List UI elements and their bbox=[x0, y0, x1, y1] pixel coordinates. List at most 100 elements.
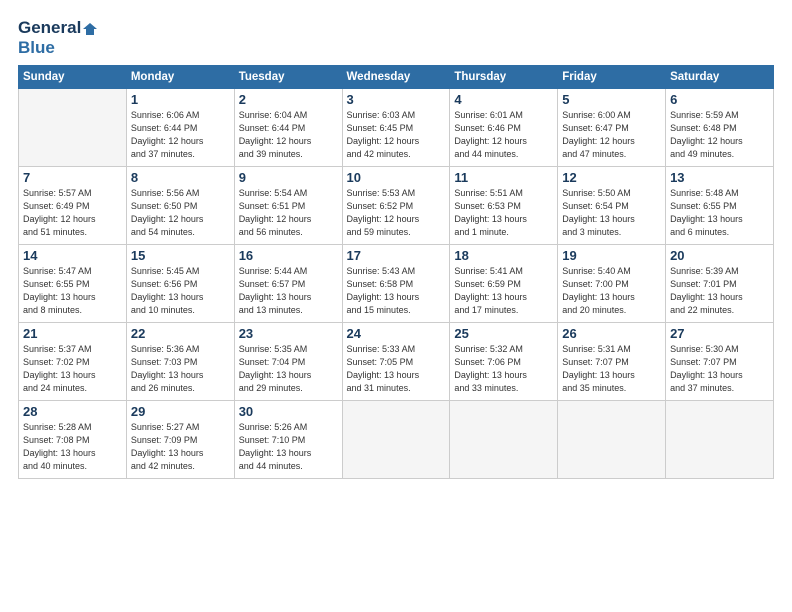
day-info: Sunrise: 5:57 AM Sunset: 6:49 PM Dayligh… bbox=[23, 187, 122, 239]
day-info: Sunrise: 5:26 AM Sunset: 7:10 PM Dayligh… bbox=[239, 421, 338, 473]
header-cell-wednesday: Wednesday bbox=[342, 66, 450, 89]
week-row-3: 14 Sunrise: 5:47 AM Sunset: 6:55 PM Dayli… bbox=[19, 245, 774, 323]
logo-mark: General Blue bbox=[18, 18, 97, 57]
day-cell: 27 Sunrise: 5:30 AM Sunset: 7:07 PM Dayli… bbox=[666, 323, 774, 401]
day-info: Sunrise: 5:45 AM Sunset: 6:56 PM Dayligh… bbox=[131, 265, 230, 317]
day-cell: 10Sunrise: 5:53 AM Sunset: 6:52 PM Dayli… bbox=[342, 167, 450, 245]
day-info: Sunrise: 5:54 AM Sunset: 6:51 PM Dayligh… bbox=[239, 187, 338, 239]
week-row-1: 1 Sunrise: 6:06 AM Sunset: 6:44 PM Daylig… bbox=[19, 89, 774, 167]
day-number: 2 bbox=[239, 92, 338, 107]
day-number: 12 bbox=[562, 170, 661, 185]
day-cell: 22Sunrise: 5:36 AM Sunset: 7:03 PM Dayli… bbox=[126, 323, 234, 401]
day-cell: 13 Sunrise: 5:48 AM Sunset: 6:55 PM Dayli… bbox=[666, 167, 774, 245]
day-cell: 28Sunrise: 5:28 AM Sunset: 7:08 PM Dayli… bbox=[19, 401, 127, 479]
logo-text-blue: Blue bbox=[18, 38, 55, 58]
day-cell: 25Sunrise: 5:32 AM Sunset: 7:06 PM Dayli… bbox=[450, 323, 558, 401]
day-info: Sunrise: 5:44 AM Sunset: 6:57 PM Dayligh… bbox=[239, 265, 338, 317]
day-number: 8 bbox=[131, 170, 230, 185]
day-cell: 16 Sunrise: 5:44 AM Sunset: 6:57 PM Dayli… bbox=[234, 245, 342, 323]
day-cell bbox=[342, 401, 450, 479]
day-number: 14 bbox=[23, 248, 122, 263]
day-info: Sunrise: 5:32 AM Sunset: 7:06 PM Dayligh… bbox=[454, 343, 553, 395]
day-cell bbox=[666, 401, 774, 479]
day-number: 30 bbox=[239, 404, 338, 419]
day-cell bbox=[558, 401, 666, 479]
day-info: Sunrise: 5:43 AM Sunset: 6:58 PM Dayligh… bbox=[347, 265, 446, 317]
day-cell: 3Sunrise: 6:03 AM Sunset: 6:45 PM Daylig… bbox=[342, 89, 450, 167]
header-cell-friday: Friday bbox=[558, 66, 666, 89]
header-cell-saturday: Saturday bbox=[666, 66, 774, 89]
day-cell: 5Sunrise: 6:00 AM Sunset: 6:47 PM Daylig… bbox=[558, 89, 666, 167]
day-cell: 1 Sunrise: 6:06 AM Sunset: 6:44 PM Daylig… bbox=[126, 89, 234, 167]
day-cell: 17 Sunrise: 5:43 AM Sunset: 6:58 PM Dayli… bbox=[342, 245, 450, 323]
day-number: 21 bbox=[23, 326, 122, 341]
day-cell: 8 Sunrise: 5:56 AM Sunset: 6:50 PM Daylig… bbox=[126, 167, 234, 245]
day-number: 18 bbox=[454, 248, 553, 263]
day-cell: 26 Sunrise: 5:31 AM Sunset: 7:07 PM Dayli… bbox=[558, 323, 666, 401]
day-info: Sunrise: 5:27 AM Sunset: 7:09 PM Dayligh… bbox=[131, 421, 230, 473]
day-info: Sunrise: 6:06 AM Sunset: 6:44 PM Dayligh… bbox=[131, 109, 230, 161]
day-info: Sunrise: 5:28 AM Sunset: 7:08 PM Dayligh… bbox=[23, 421, 122, 473]
day-cell: 2Sunrise: 6:04 AM Sunset: 6:44 PM Daylig… bbox=[234, 89, 342, 167]
day-cell bbox=[19, 89, 127, 167]
day-info: Sunrise: 5:39 AM Sunset: 7:01 PM Dayligh… bbox=[670, 265, 769, 317]
day-number: 24 bbox=[347, 326, 446, 341]
day-number: 23 bbox=[239, 326, 338, 341]
day-info: Sunrise: 5:37 AM Sunset: 7:02 PM Dayligh… bbox=[23, 343, 122, 395]
day-number: 15 bbox=[131, 248, 230, 263]
day-number: 1 bbox=[131, 92, 230, 107]
day-cell: 29Sunrise: 5:27 AM Sunset: 7:09 PM Dayli… bbox=[126, 401, 234, 479]
header-row: SundayMondayTuesdayWednesdayThursdayFrid… bbox=[19, 66, 774, 89]
day-info: Sunrise: 5:35 AM Sunset: 7:04 PM Dayligh… bbox=[239, 343, 338, 395]
day-number: 11 bbox=[454, 170, 553, 185]
day-info: Sunrise: 5:50 AM Sunset: 6:54 PM Dayligh… bbox=[562, 187, 661, 239]
day-info: Sunrise: 5:30 AM Sunset: 7:07 PM Dayligh… bbox=[670, 343, 769, 395]
day-info: Sunrise: 5:41 AM Sunset: 6:59 PM Dayligh… bbox=[454, 265, 553, 317]
day-number: 27 bbox=[670, 326, 769, 341]
logo-text-general: General bbox=[18, 18, 97, 38]
day-cell: 14 Sunrise: 5:47 AM Sunset: 6:55 PM Dayli… bbox=[19, 245, 127, 323]
header-cell-monday: Monday bbox=[126, 66, 234, 89]
day-cell: 15 Sunrise: 5:45 AM Sunset: 6:56 PM Dayli… bbox=[126, 245, 234, 323]
logo-arrow bbox=[83, 23, 97, 35]
day-info: Sunrise: 5:36 AM Sunset: 7:03 PM Dayligh… bbox=[131, 343, 230, 395]
day-cell: 24 Sunrise: 5:33 AM Sunset: 7:05 PM Dayli… bbox=[342, 323, 450, 401]
day-cell: 19 Sunrise: 5:40 AM Sunset: 7:00 PM Dayli… bbox=[558, 245, 666, 323]
day-number: 7 bbox=[23, 170, 122, 185]
day-cell: 12 Sunrise: 5:50 AM Sunset: 6:54 PM Dayli… bbox=[558, 167, 666, 245]
day-info: Sunrise: 5:48 AM Sunset: 6:55 PM Dayligh… bbox=[670, 187, 769, 239]
day-number: 3 bbox=[347, 92, 446, 107]
day-info: Sunrise: 6:00 AM Sunset: 6:47 PM Dayligh… bbox=[562, 109, 661, 161]
day-number: 26 bbox=[562, 326, 661, 341]
day-number: 10 bbox=[347, 170, 446, 185]
day-info: Sunrise: 6:01 AM Sunset: 6:46 PM Dayligh… bbox=[454, 109, 553, 161]
day-cell: 7 Sunrise: 5:57 AM Sunset: 6:49 PM Daylig… bbox=[19, 167, 127, 245]
day-cell: 4 Sunrise: 6:01 AM Sunset: 6:46 PM Daylig… bbox=[450, 89, 558, 167]
header-cell-thursday: Thursday bbox=[450, 66, 558, 89]
day-number: 16 bbox=[239, 248, 338, 263]
week-row-2: 7 Sunrise: 5:57 AM Sunset: 6:49 PM Daylig… bbox=[19, 167, 774, 245]
day-number: 17 bbox=[347, 248, 446, 263]
day-cell: 23 Sunrise: 5:35 AM Sunset: 7:04 PM Dayli… bbox=[234, 323, 342, 401]
day-number: 13 bbox=[670, 170, 769, 185]
day-cell: 11 Sunrise: 5:51 AM Sunset: 6:53 PM Dayli… bbox=[450, 167, 558, 245]
day-info: Sunrise: 5:33 AM Sunset: 7:05 PM Dayligh… bbox=[347, 343, 446, 395]
day-info: Sunrise: 5:40 AM Sunset: 7:00 PM Dayligh… bbox=[562, 265, 661, 317]
day-cell: 6 Sunrise: 5:59 AM Sunset: 6:48 PM Daylig… bbox=[666, 89, 774, 167]
week-row-5: 28Sunrise: 5:28 AM Sunset: 7:08 PM Dayli… bbox=[19, 401, 774, 479]
day-cell: 9 Sunrise: 5:54 AM Sunset: 6:51 PM Daylig… bbox=[234, 167, 342, 245]
day-info: Sunrise: 5:56 AM Sunset: 6:50 PM Dayligh… bbox=[131, 187, 230, 239]
day-number: 6 bbox=[670, 92, 769, 107]
day-cell: 18 Sunrise: 5:41 AM Sunset: 6:59 PM Dayli… bbox=[450, 245, 558, 323]
week-row-4: 21 Sunrise: 5:37 AM Sunset: 7:02 PM Dayli… bbox=[19, 323, 774, 401]
day-info: Sunrise: 5:59 AM Sunset: 6:48 PM Dayligh… bbox=[670, 109, 769, 161]
page-header: General Blue bbox=[18, 18, 774, 57]
day-cell bbox=[450, 401, 558, 479]
day-number: 9 bbox=[239, 170, 338, 185]
day-info: Sunrise: 5:31 AM Sunset: 7:07 PM Dayligh… bbox=[562, 343, 661, 395]
day-info: Sunrise: 5:47 AM Sunset: 6:55 PM Dayligh… bbox=[23, 265, 122, 317]
day-info: Sunrise: 5:51 AM Sunset: 6:53 PM Dayligh… bbox=[454, 187, 553, 239]
day-number: 4 bbox=[454, 92, 553, 107]
day-number: 19 bbox=[562, 248, 661, 263]
day-cell: 30 Sunrise: 5:26 AM Sunset: 7:10 PM Dayli… bbox=[234, 401, 342, 479]
